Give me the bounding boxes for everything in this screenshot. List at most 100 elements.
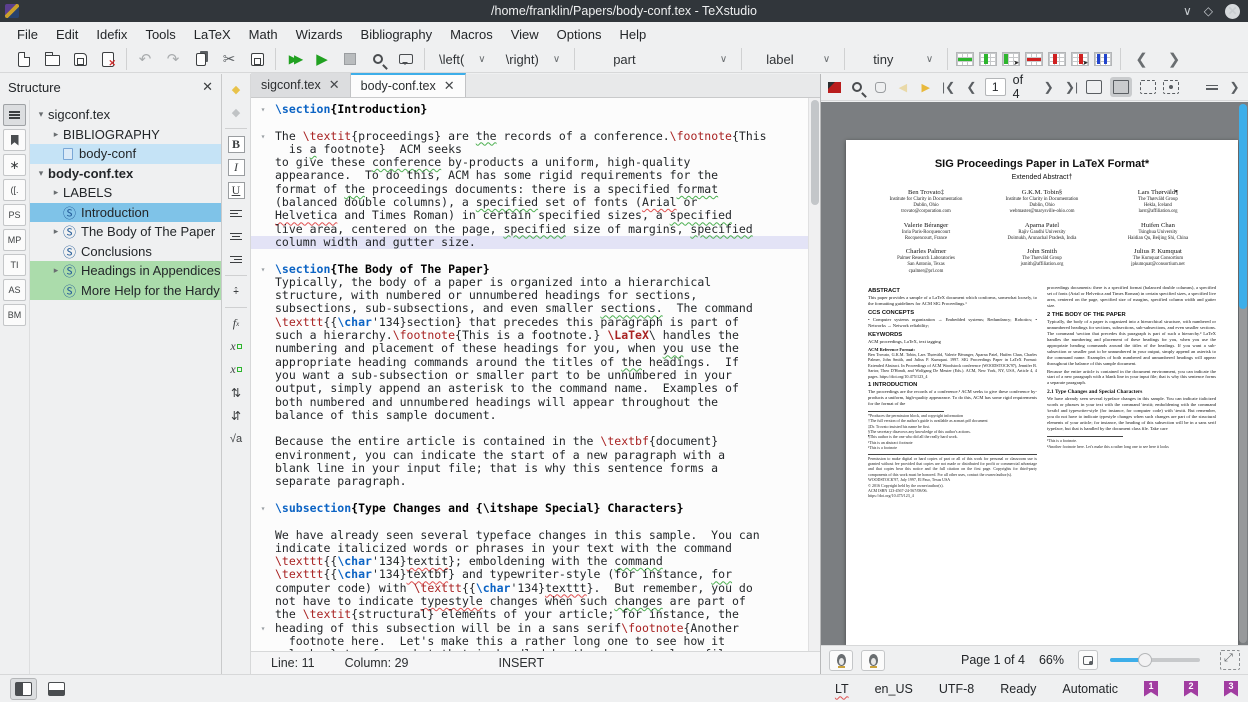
last-page-button[interactable]: ❯| — [1062, 77, 1081, 97]
code-line[interactable]: ▾\subsection{Type Changes and {\itshape … — [251, 502, 820, 515]
dfrac-icon[interactable]: ⇵ — [226, 406, 246, 425]
overline-dot-icon[interactable]: ⨣ — [226, 282, 246, 301]
code-line[interactable]: you want a sub-subsection or smaller par… — [251, 369, 820, 382]
magnifier-tool-button-2[interactable] — [861, 650, 885, 671]
code-line[interactable]: both numbered and unnumbered headings wi… — [251, 396, 820, 409]
code-line[interactable]: \texttt{{\char'134}section} that precede… — [251, 316, 820, 329]
close-icon[interactable]: ✕ — [329, 77, 340, 93]
menu-file[interactable]: File — [8, 24, 47, 45]
structure-item-headings-in-appendices[interactable]: ▸ⓈHeadings in Appendices — [30, 261, 221, 281]
underline-button[interactable]: U — [226, 181, 246, 200]
menu-tools[interactable]: Tools — [136, 24, 184, 45]
align-columns-icon[interactable] — [1094, 52, 1112, 66]
toggle-bottom-panel-button[interactable] — [43, 678, 70, 700]
sectioning-dropdown[interactable]: part∨ — [583, 48, 733, 70]
superscript-icon[interactable]: x — [226, 360, 246, 379]
structure-item-introduction[interactable]: ⓈIntroduction — [30, 203, 221, 223]
bookmark-1-icon[interactable]: 1 — [1144, 681, 1158, 697]
page-number-input[interactable]: 1 — [985, 78, 1006, 96]
maximize-icon[interactable]: ◇ — [1204, 3, 1213, 19]
forward-arrow-icon[interactable]: ▶ — [916, 77, 935, 97]
paste-column-icon[interactable] — [1002, 52, 1020, 66]
fold-marker-icon[interactable]: ▾ — [251, 130, 275, 143]
expand-panel-icon[interactable]: ❯ — [1225, 77, 1244, 97]
code-line[interactable] — [251, 249, 820, 262]
previous-page-button[interactable]: ❮ — [962, 77, 981, 97]
code-line[interactable]: to give these conference by-products a u… — [251, 156, 820, 169]
left-delimiter-dropdown[interactable]: \left(∨ — [433, 48, 492, 70]
code-line[interactable] — [251, 489, 820, 502]
code-line[interactable]: the \textit{structural} elements of your… — [251, 608, 820, 621]
menu-latex[interactable]: LaTeX — [185, 24, 240, 45]
code-line[interactable] — [251, 422, 820, 435]
cut-column-icon[interactable] — [1071, 52, 1089, 66]
frac-icon[interactable]: ⇅ — [226, 383, 246, 402]
add-row-icon[interactable] — [956, 52, 974, 66]
code-line[interactable]: blank line in your input file; that is w… — [251, 462, 820, 475]
close-document-button[interactable]: ✕ — [98, 49, 118, 69]
close-icon[interactable]: ✕ — [1225, 4, 1240, 19]
structure-item-more-help-for-the-hardy[interactable]: ⓈMore Help for the Hardy — [30, 281, 221, 301]
toggle-sidebar-button[interactable] — [10, 678, 37, 700]
code-line[interactable]: We have already seen several typeface ch… — [251, 529, 820, 542]
sqrt-icon[interactable]: √a — [226, 429, 246, 448]
menu-macros[interactable]: Macros — [441, 24, 502, 45]
code-line[interactable]: live area, centered on the page, specifi… — [251, 223, 820, 236]
code-line[interactable]: ▾heading of this subsection will be in a… — [251, 622, 820, 635]
fold-marker-icon[interactable]: ▾ — [251, 622, 275, 635]
code-line[interactable]: separate paragraph. — [251, 475, 820, 488]
ps-icon[interactable]: PS — [3, 204, 26, 226]
menu-bibliography[interactable]: Bibliography — [352, 24, 442, 45]
first-page-button[interactable]: |❮ — [939, 77, 958, 97]
remove-column-icon[interactable] — [1048, 52, 1066, 66]
pdf-view[interactable]: SIG Proceedings Paper in LaTeX Format* E… — [821, 102, 1248, 645]
fold-marker-icon[interactable]: ▾ — [251, 263, 275, 276]
bookmarks-icon[interactable] — [3, 129, 26, 151]
menu-options[interactable]: Options — [548, 24, 611, 45]
back-arrow-icon[interactable]: ◀ — [893, 77, 912, 97]
editor-scrollbar[interactable] — [808, 98, 820, 651]
menu-view[interactable]: View — [502, 24, 548, 45]
structure-item-conclusions[interactable]: ⓈConclusions — [30, 242, 221, 262]
pdf-scrollbar[interactable] — [1239, 104, 1247, 643]
function-icon[interactable]: fx — [226, 314, 246, 333]
code-line[interactable]: not have to indicate typestyle changes w… — [251, 595, 820, 608]
zoom-original-button[interactable] — [1078, 650, 1098, 670]
magnify-mode-button[interactable] — [1161, 77, 1180, 97]
comment-button[interactable] — [396, 49, 416, 69]
stop-button[interactable] — [340, 49, 360, 69]
paste-button[interactable] — [247, 49, 267, 69]
bold-button[interactable]: B — [226, 135, 246, 154]
languagetool-indicator[interactable]: LT — [835, 682, 849, 696]
subscript-icon[interactable]: x — [226, 337, 246, 356]
tab-body-conf-tex[interactable]: body-conf.tex✕ — [351, 73, 466, 97]
font-size-dropdown[interactable]: tiny∨ — [853, 48, 939, 70]
code-line[interactable]: format of the proceedings documents: the… — [251, 183, 820, 196]
chevron-right-icon[interactable]: ▸ — [49, 265, 63, 276]
structure-item-body-conf-tex[interactable]: ▾body-conf.tex — [30, 164, 221, 184]
code-line[interactable]: output, simply append an asterisk to the… — [251, 382, 820, 395]
fold-marker-icon[interactable]: ▾ — [251, 103, 275, 116]
bookmark-3-icon[interactable]: 3 — [1224, 681, 1238, 697]
close-icon[interactable]: ✕ — [444, 78, 455, 94]
asterisk-icon[interactable]: ∗ — [3, 154, 26, 176]
code-line[interactable]: appearance. To do this, ACM has some rig… — [251, 169, 820, 182]
chevron-right-icon[interactable]: ▸ — [49, 129, 63, 140]
code-line[interactable]: numbering and placement of these heading… — [251, 342, 820, 355]
code-line[interactable]: indicate italicized words or phrases in … — [251, 542, 820, 555]
bookmark-2-icon[interactable]: 2 — [1184, 681, 1198, 697]
italic-button[interactable]: I — [226, 158, 246, 177]
mp-icon[interactable]: MP — [3, 229, 26, 251]
fold-marker-icon[interactable]: ▾ — [251, 502, 275, 515]
save-button[interactable] — [70, 49, 90, 69]
chevron-down-icon[interactable]: ▾ — [34, 109, 48, 120]
pdf-search-button[interactable] — [848, 77, 867, 97]
undo-button[interactable]: ↶ — [135, 49, 155, 69]
code-line[interactable]: Because the entire article is contained … — [251, 435, 820, 448]
menu-wizards[interactable]: Wizards — [287, 24, 352, 45]
open-button[interactable] — [42, 49, 62, 69]
code-line[interactable]: column width and gutter size. — [251, 236, 820, 249]
fit-width-button[interactable] — [1085, 77, 1104, 97]
minimize-icon[interactable]: ∨ — [1183, 3, 1192, 19]
magnifier-tool-button[interactable] — [829, 650, 853, 671]
